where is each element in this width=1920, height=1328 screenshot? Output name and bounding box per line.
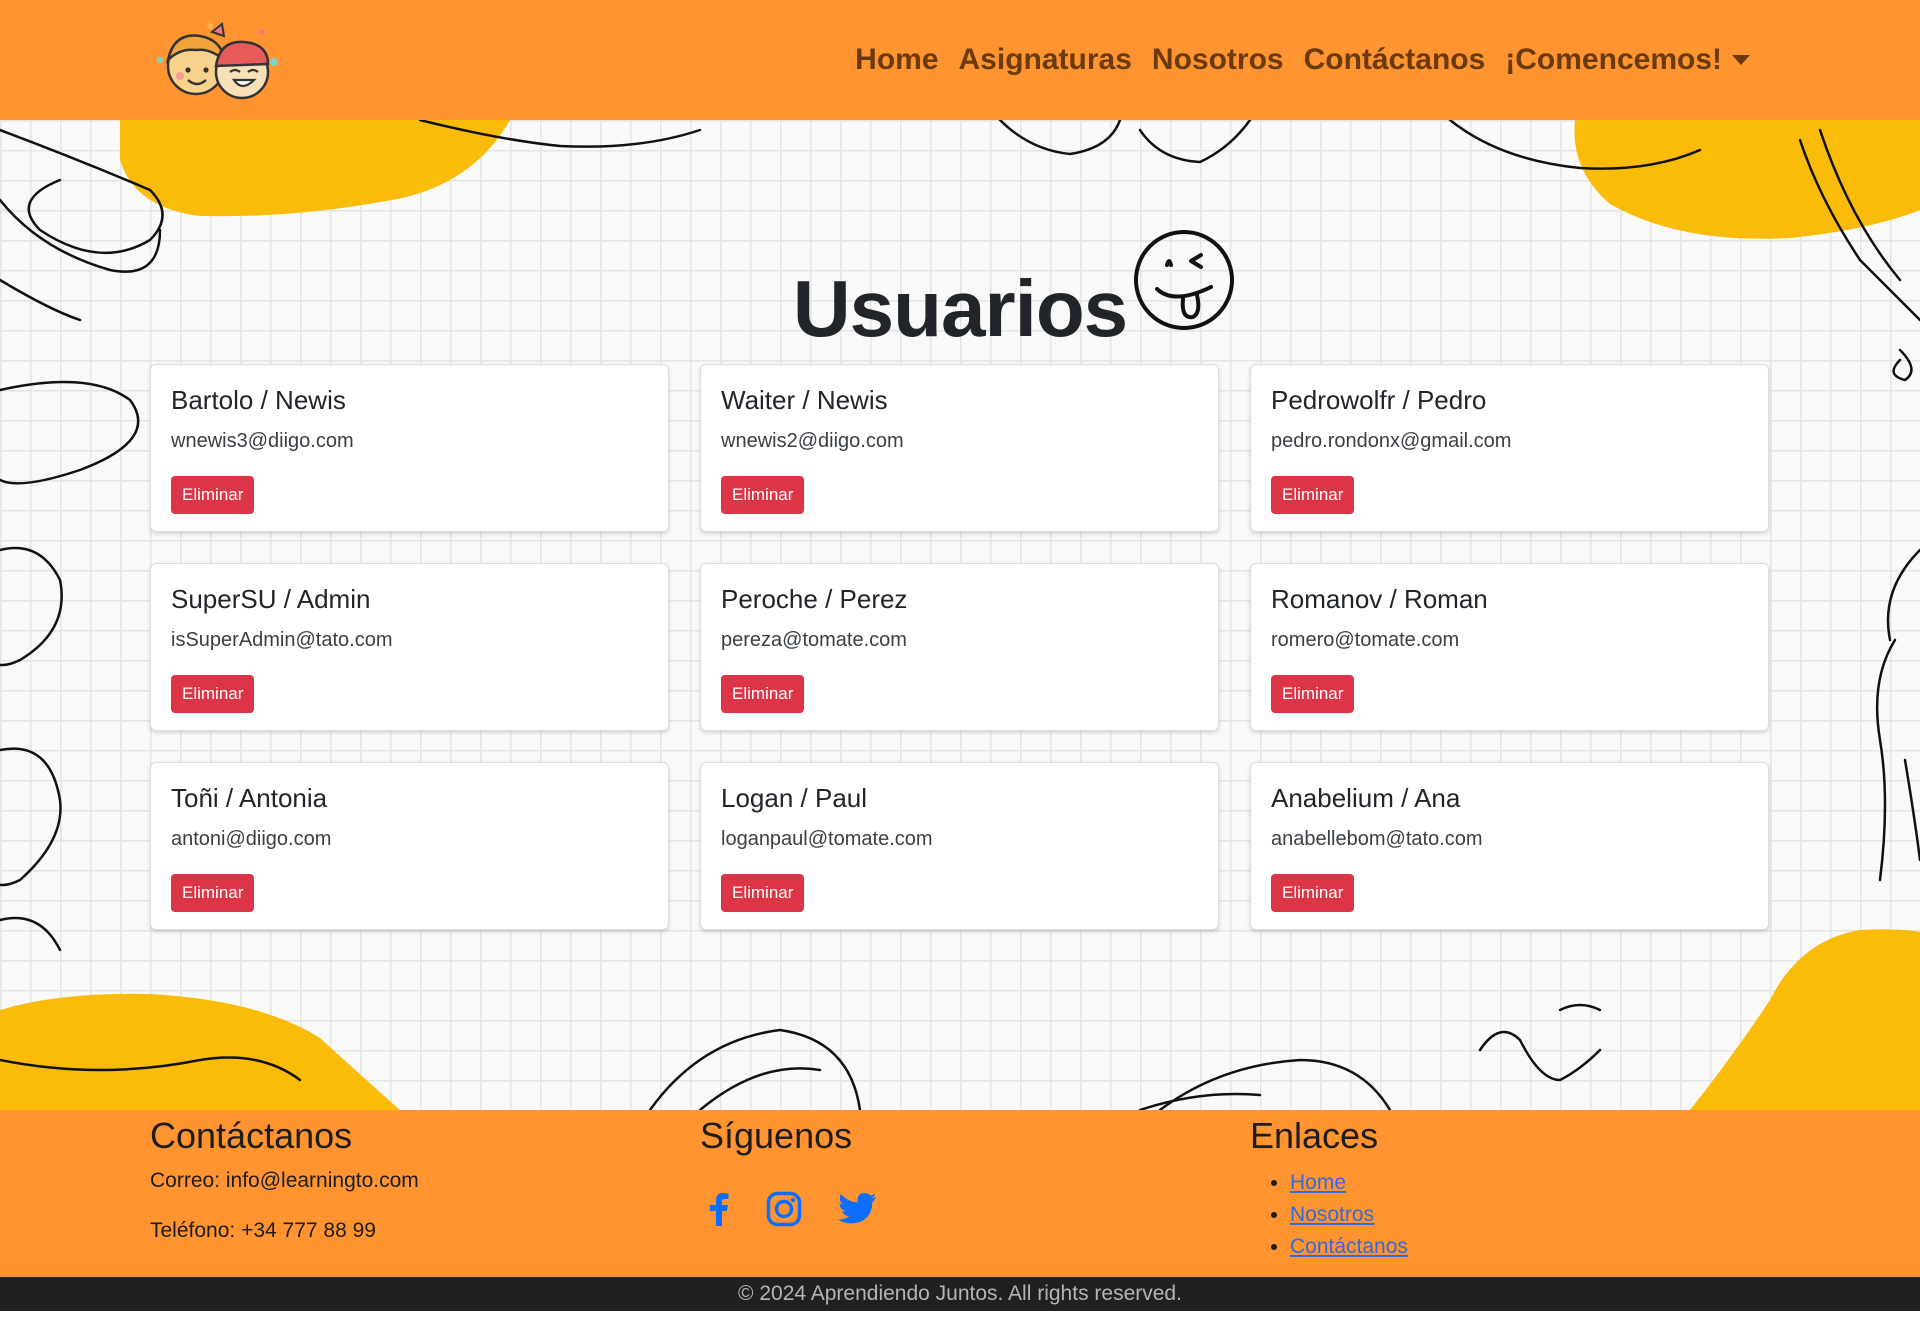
- nav-link-label: ¡Comencemos!: [1505, 43, 1722, 76]
- footer-links-title: Enlaces: [1250, 1115, 1379, 1156]
- user-card: Peroche / Perez pereza@tomate.com Elimin…: [700, 563, 1219, 731]
- user-card-name: Anabelium / Ana: [1271, 783, 1461, 813]
- delete-user-button[interactable]: Eliminar: [721, 874, 805, 912]
- footer-link-nosotros[interactable]: Nosotros: [1290, 1203, 1374, 1226]
- user-card-name: Pedrowolfr / Pedro: [1271, 385, 1487, 415]
- user-card-name: Logan / Paul: [721, 783, 868, 813]
- nav-link-label: Home: [855, 43, 939, 76]
- chevron-down-icon: [1732, 55, 1750, 65]
- page-title: Usuarios: [0, 230, 1920, 355]
- footer-link-contactanos[interactable]: Contáctanos: [1290, 1235, 1408, 1258]
- nav-link-label: Asignaturas: [958, 43, 1132, 76]
- twitter-icon[interactable]: [838, 1193, 876, 1225]
- nav-link-asignaturas[interactable]: Asignaturas: [949, 43, 1142, 77]
- users-grid: Bartolo / Newis wnewis3@diigo.com Elimin…: [150, 364, 1770, 930]
- smiley-tongue-icon: [1134, 230, 1235, 330]
- footer-contact-email: Correo: info@learningto.com: [150, 1169, 419, 1192]
- user-card: SuperSU / Admin isSuperAdmin@tato.com El…: [150, 563, 669, 731]
- delete-user-button[interactable]: Eliminar: [721, 476, 805, 514]
- delete-user-button[interactable]: Eliminar: [1271, 476, 1355, 514]
- footer-links-list: Home Nosotros Contáctanos: [1250, 1169, 1408, 1261]
- user-card-name: Peroche / Perez: [721, 584, 908, 614]
- nav-link-home[interactable]: Home: [845, 43, 948, 77]
- delete-user-button[interactable]: Eliminar: [171, 476, 255, 514]
- nav-link-label: Nosotros: [1151, 43, 1284, 76]
- delete-user-button[interactable]: Eliminar: [1271, 874, 1355, 912]
- footer-social-title: Síguenos: [700, 1115, 853, 1156]
- user-card: Waiter / Newis wnewis2@diigo.com Elimina…: [700, 364, 1219, 532]
- user-card: Bartolo / Newis wnewis3@diigo.com Elimin…: [150, 364, 669, 532]
- user-card-email: anabellebom@tato.com: [1271, 828, 1483, 850]
- footer-contact: Contáctanos Correo: info@learningto.com …: [150, 1110, 419, 1243]
- instagram-icon[interactable]: [766, 1191, 802, 1227]
- delete-user-button[interactable]: Eliminar: [721, 675, 805, 713]
- footer-link-home[interactable]: Home: [1290, 1171, 1346, 1194]
- user-card-email: antoni@diigo.com: [171, 828, 332, 850]
- footer: Contáctanos Correo: info@learningto.com …: [0, 1110, 1920, 1277]
- footer-contact-phone: Teléfono: +34 777 88 99: [150, 1219, 376, 1242]
- nav-link-nosotros[interactable]: Nosotros: [1142, 43, 1294, 77]
- main-content: Usuarios Bartolo / Newis wnewis3@diigo.c…: [0, 120, 1920, 1110]
- footer-links: Enlaces Home Nosotros Contáctanos: [1250, 1110, 1408, 1265]
- page-bottom: [0, 1311, 1920, 1328]
- list-item: Home: [1290, 1169, 1408, 1197]
- user-card-email: loganpaul@tomate.com: [721, 828, 933, 850]
- nav-menu: Home Asignaturas Nosotros Contáctanos ¡C…: [845, 0, 1760, 120]
- nav-link-contactanos[interactable]: Contáctanos: [1294, 43, 1496, 77]
- page-title-text: Usuarios: [792, 264, 1128, 353]
- user-card-name: Romanov / Roman: [1271, 584, 1488, 614]
- delete-user-button[interactable]: Eliminar: [171, 874, 255, 912]
- user-card: Anabelium / Ana anabellebom@tato.com Eli…: [1250, 762, 1769, 930]
- facebook-icon[interactable]: [708, 1192, 730, 1226]
- kids-faces-logo[interactable]: [150, 18, 286, 104]
- copyright-bar: © 2024 Aprendiendo Juntos. All rights re…: [0, 1277, 1920, 1311]
- user-card-name: Toñi / Antonia: [171, 783, 328, 813]
- footer-contact-title: Contáctanos: [150, 1115, 353, 1156]
- delete-user-button[interactable]: Eliminar: [171, 675, 255, 713]
- copyright-text: © 2024 Aprendiendo Juntos. All rights re…: [738, 1282, 1182, 1305]
- user-card-email: wnewis2@diigo.com: [721, 430, 904, 452]
- user-card-name: Waiter / Newis: [721, 385, 888, 415]
- user-card: Romanov / Roman romero@tomate.com Elimin…: [1250, 563, 1769, 731]
- nav-link-label: Contáctanos: [1303, 43, 1486, 76]
- user-card: Logan / Paul loganpaul@tomate.com Elimin…: [700, 762, 1219, 930]
- user-card-email: pedro.rondonx@gmail.com: [1271, 430, 1512, 452]
- user-card-name: Bartolo / Newis: [171, 385, 346, 415]
- list-item: Contáctanos: [1290, 1233, 1408, 1261]
- user-card: Toñi / Antonia antoni@diigo.com Eliminar: [150, 762, 669, 930]
- user-card-email: pereza@tomate.com: [721, 629, 907, 651]
- user-card-email: romero@tomate.com: [1271, 629, 1460, 651]
- delete-user-button[interactable]: Eliminar: [1271, 675, 1355, 713]
- user-card: Pedrowolfr / Pedro pedro.rondonx@gmail.c…: [1250, 364, 1769, 532]
- navbar: Home Asignaturas Nosotros Contáctanos ¡C…: [0, 0, 1920, 120]
- list-item: Nosotros: [1290, 1201, 1408, 1229]
- user-card-email: isSuperAdmin@tato.com: [171, 629, 393, 651]
- user-card-email: wnewis3@diigo.com: [171, 430, 354, 452]
- nav-dropdown-comencemos[interactable]: ¡Comencemos!: [1495, 43, 1760, 77]
- user-card-name: SuperSU / Admin: [171, 584, 371, 614]
- footer-social: Síguenos: [700, 1110, 876, 1227]
